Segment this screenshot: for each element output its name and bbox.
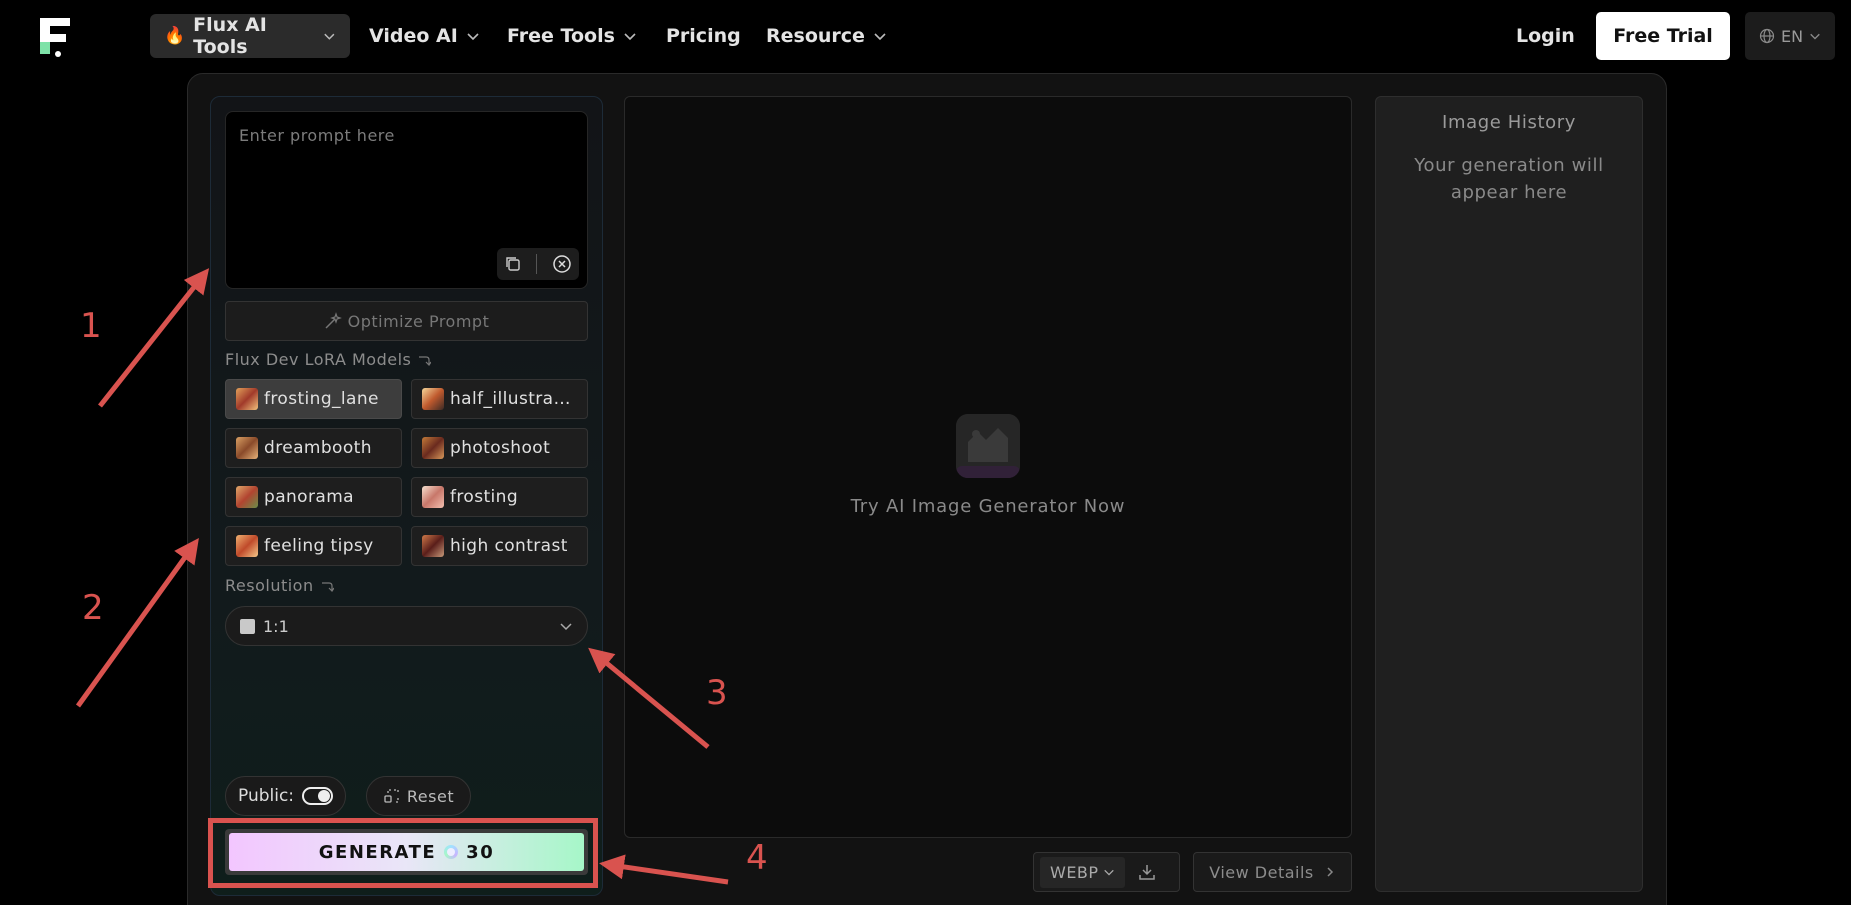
language-label: EN xyxy=(1780,26,1804,46)
chevron-down-icon xyxy=(560,623,572,631)
format-dropdown[interactable]: WEBP xyxy=(1040,856,1125,888)
nav-item-resource[interactable]: Resource xyxy=(766,14,887,58)
model-feeling-tipsy[interactable]: feeling tipsy xyxy=(225,526,402,566)
model-label: dreambooth xyxy=(264,438,372,458)
model-thumbnail xyxy=(422,535,444,557)
model-thumbnail xyxy=(236,535,258,557)
model-thumbnail xyxy=(236,388,258,410)
format-select[interactable]: WEBP xyxy=(1033,852,1180,892)
prompt-input[interactable] xyxy=(226,112,587,242)
model-dreambooth[interactable]: dreambooth xyxy=(225,428,402,468)
model-frosting[interactable]: frosting xyxy=(411,477,588,517)
annotation-number: 1 xyxy=(80,306,102,346)
annotation-number: 2 xyxy=(82,588,104,628)
curved-arrow-icon xyxy=(419,355,432,366)
annotation-number: 4 xyxy=(746,838,768,878)
reset-icon xyxy=(384,789,399,803)
model-label: half_illustrat... xyxy=(450,389,577,409)
view-details-label: View Details xyxy=(1209,862,1314,882)
model-thumbnail xyxy=(236,437,258,459)
model-panorama[interactable]: panorama xyxy=(225,477,402,517)
prompt-box xyxy=(225,111,588,289)
reset-label: Reset xyxy=(406,786,455,806)
model-half-illustration[interactable]: half_illustrat... xyxy=(411,379,588,419)
model-label: photoshoot xyxy=(450,438,551,458)
view-details-button[interactable]: View Details xyxy=(1193,852,1352,892)
image-history-panel xyxy=(1375,96,1643,892)
public-toggle[interactable]: Public: xyxy=(225,776,346,816)
model-label: frosting xyxy=(450,487,519,507)
resolution-value: 1:1 xyxy=(263,616,289,636)
nav-label: Video AI xyxy=(369,25,458,47)
download-icon[interactable] xyxy=(1137,862,1157,882)
reset-button[interactable]: Reset xyxy=(366,776,471,816)
chevron-down-icon xyxy=(1810,33,1820,40)
canvas-hint: Try AI Image Generator Now xyxy=(850,496,1126,517)
model-label: high contrast xyxy=(450,536,568,556)
model-high-contrast[interactable]: high contrast xyxy=(411,526,588,566)
nav-item-free-tools[interactable]: Free Tools xyxy=(507,14,637,58)
nav-label: Pricing xyxy=(666,25,741,47)
model-thumbnail xyxy=(422,486,444,508)
model-thumbnail xyxy=(236,486,258,508)
prompt-tools xyxy=(497,248,579,280)
history-title: Image History xyxy=(1442,112,1576,133)
curved-arrow-icon xyxy=(321,581,334,592)
nav-label: Resource xyxy=(766,25,865,47)
model-label: frosting_lane xyxy=(264,389,379,409)
flux-logo-icon[interactable] xyxy=(36,14,76,58)
nav-label: Free Tools xyxy=(507,25,615,47)
model-thumbnail xyxy=(422,388,444,410)
globe-icon xyxy=(1759,28,1775,44)
history-empty-message: Your generation will appear here xyxy=(1414,155,1604,203)
format-value: WEBP xyxy=(1050,862,1099,882)
top-nav: 🔥 Flux AI Tools Video AI Free Tools Pric… xyxy=(0,0,1851,72)
divider xyxy=(536,254,538,274)
chevron-down-icon xyxy=(467,33,479,41)
aspect-square-icon xyxy=(240,618,255,634)
login-link[interactable]: Login xyxy=(1516,14,1575,58)
model-frosting-lane[interactable]: frosting_lane xyxy=(225,379,402,419)
annotation-number: 3 xyxy=(706,673,728,713)
section-title: Resolution xyxy=(225,576,314,595)
fire-icon: 🔥 xyxy=(164,26,186,46)
model-thumbnail xyxy=(422,437,444,459)
chevron-right-icon xyxy=(1327,867,1333,877)
lora-models-label: Flux Dev LoRA Models xyxy=(225,350,432,369)
language-selector[interactable]: EN xyxy=(1745,12,1835,60)
chevron-down-icon xyxy=(324,33,335,40)
resolution-label: Resolution xyxy=(225,576,334,595)
magic-wand-icon xyxy=(325,312,342,329)
nav-label: Flux AI Tools xyxy=(193,14,267,58)
free-trial-button[interactable]: Free Trial xyxy=(1596,12,1730,60)
resolution-select[interactable]: 1:1 xyxy=(225,606,588,646)
copy-icon[interactable] xyxy=(504,255,522,273)
clear-icon[interactable] xyxy=(552,254,572,274)
toggle-switch[interactable] xyxy=(302,787,333,805)
nav-item-video-ai[interactable]: Video AI xyxy=(369,14,480,58)
nav-item-pricing[interactable]: Pricing xyxy=(666,14,741,58)
generate-highlight-box xyxy=(208,818,598,888)
model-label: feeling tipsy xyxy=(264,536,374,556)
chevron-down-icon xyxy=(874,33,886,41)
public-label: Public: xyxy=(238,786,295,806)
model-label: panorama xyxy=(264,487,354,507)
section-title: Flux Dev LoRA Models xyxy=(225,350,412,369)
model-photoshoot[interactable]: photoshoot xyxy=(411,428,588,468)
optimize-prompt-button[interactable]: Optimize Prompt xyxy=(225,301,588,341)
nav-item-flux-ai-tools[interactable]: 🔥 Flux AI Tools xyxy=(150,14,350,58)
image-placeholder-icon xyxy=(956,414,1020,478)
chevron-down-icon xyxy=(1103,869,1114,876)
chevron-down-icon xyxy=(624,33,636,41)
optimize-label: Optimize Prompt xyxy=(347,311,490,331)
